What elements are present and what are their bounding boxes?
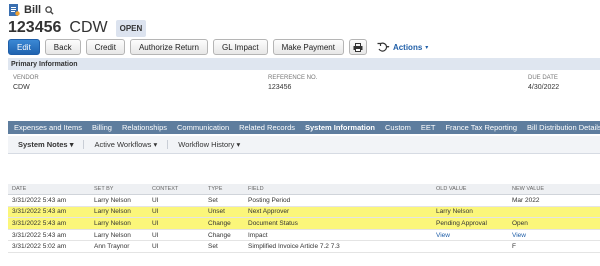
subtab-label: System Notes (18, 140, 68, 149)
reference-label: REFERENCE NO. (268, 75, 318, 81)
tab-bill-distribution-details[interactable]: Bill Distribution Details (527, 123, 600, 132)
column-header-context[interactable]: CONTEXT (148, 186, 204, 192)
tab-expenses-and-items[interactable]: Expenses and Items (14, 123, 82, 132)
divider (83, 140, 85, 149)
reference-value: 123456 (268, 84, 292, 91)
cell-field: Next Approver (248, 208, 290, 216)
bill-document-icon (9, 4, 20, 16)
record-type-label: Bill (24, 4, 42, 16)
subtab-workflow-history[interactable]: Workflow History ▾ (178, 140, 240, 149)
credit-button[interactable]: Credit (85, 39, 125, 55)
cell-set-by: Ann Traynor (94, 243, 130, 251)
cell-type: Set (208, 196, 218, 204)
vendor-label: VENDOR (13, 75, 39, 81)
table-row: 3/31/2022 5:43 am Larry Nelson UI Change… (8, 230, 600, 242)
edit-button[interactable]: Edit (8, 39, 40, 55)
tab-related-records[interactable]: Related Records (239, 123, 295, 132)
actions-label[interactable]: Actions (393, 43, 422, 52)
cell-field: Simplified Invoice Article 7.2 7.3 (248, 243, 340, 251)
vendor-value: CDW (13, 84, 30, 91)
cell-old-value: Larry Nelson (436, 208, 473, 216)
status-badge: OPEN (115, 19, 147, 37)
column-header-new-value[interactable]: NEW VALUE (508, 186, 600, 192)
cell-type: Set (208, 243, 218, 251)
search-icon[interactable] (45, 5, 54, 15)
cell-context: UI (152, 231, 159, 239)
cell-old-value: Pending Approval (436, 219, 487, 227)
cell-set-by: Larry Nelson (94, 196, 131, 204)
due-date-value: 4/30/2022 (528, 84, 560, 91)
record-tabs: Expenses and Items Billing Relationships… (8, 121, 600, 134)
authorize-return-button[interactable]: Authorize Return (129, 39, 208, 55)
chevron-down-icon: ▾ (69, 140, 74, 149)
section-title: Primary Information (11, 60, 78, 68)
column-header-set-by[interactable]: SET BY (90, 186, 148, 192)
tab-communication[interactable]: Communication (177, 123, 229, 132)
table-row: 3/31/2022 5:43 am Larry Nelson UI Change… (8, 218, 600, 230)
cell-context: UI (152, 243, 159, 251)
column-header-field[interactable]: FIELD (244, 186, 432, 192)
old-value-view-link[interactable]: View (432, 232, 508, 239)
table-row: 3/31/2022 5:02 am Ann Traynor UI Set Sim… (8, 241, 600, 253)
cell-date: 3/31/2022 5:43 am (12, 208, 67, 216)
cell-date: 3/31/2022 5:43 am (12, 231, 67, 239)
subtab-active-workflows[interactable]: Active Workflows ▾ (94, 140, 157, 149)
cell-context: UI (152, 208, 159, 216)
tab-custom[interactable]: Custom (385, 123, 411, 132)
toolbar: Edit Back Credit Authorize Return GL Imp… (8, 38, 428, 56)
gl-impact-button[interactable]: GL Impact (212, 39, 268, 55)
table-row: 3/31/2022 5:43 am Larry Nelson UI Set Po… (8, 195, 600, 207)
subtab-system-notes[interactable]: System Notes ▾ (18, 140, 73, 149)
vendor-short-name: CDW (69, 19, 108, 36)
chevron-down-icon: ▾ (153, 140, 158, 149)
record-header: 123456 CDW OPEN (8, 17, 147, 39)
make-payment-button[interactable]: Make Payment (272, 39, 344, 55)
history-icon (377, 42, 390, 52)
column-header-old-value[interactable]: OLD VALUE (432, 186, 508, 192)
cell-field: Document Status (248, 219, 298, 227)
due-date-label: DUE DATE (528, 75, 558, 81)
cell-new-value: Open (512, 219, 528, 227)
cell-context: UI (152, 219, 159, 227)
divider (167, 140, 169, 149)
table-header: DATE SET BY CONTEXT TYPE FIELD OLD VALUE… (8, 184, 600, 195)
cell-set-by: Larry Nelson (94, 208, 131, 216)
print-button[interactable] (348, 39, 367, 55)
primary-information-header[interactable]: Primary Information (8, 58, 600, 70)
tab-eet[interactable]: EET (421, 123, 436, 132)
cell-set-by: Larry Nelson (94, 219, 131, 227)
cell-context: UI (152, 196, 159, 204)
record-title-row: Bill (8, 2, 54, 18)
chevron-down-icon: ▾ (236, 140, 241, 149)
cell-type: Change (208, 231, 231, 239)
tab-relationships[interactable]: Relationships (122, 123, 167, 132)
column-header-date[interactable]: DATE (8, 186, 90, 192)
cell-field: Posting Period (248, 196, 291, 204)
cell-date: 3/31/2022 5:43 am (12, 196, 67, 204)
cell-new-value: F (512, 243, 516, 251)
table-row: 3/31/2022 5:43 am Larry Nelson UI Unset … (8, 206, 600, 219)
system-info-subtabs: System Notes ▾ Active Workflows ▾ Workfl… (8, 136, 600, 154)
cell-type: Change (208, 219, 231, 227)
chevron-down-icon: ▾ (425, 44, 429, 51)
cell-date: 3/31/2022 5:02 am (12, 243, 67, 251)
cell-field: Impact (248, 231, 268, 239)
actions-menu[interactable]: Actions ▾ (376, 42, 428, 52)
system-notes-table: DATE SET BY CONTEXT TYPE FIELD OLD VALUE… (8, 184, 600, 253)
tab-system-information[interactable]: System Information (305, 123, 375, 132)
tab-billing[interactable]: Billing (92, 123, 112, 132)
printer-icon (353, 42, 363, 52)
column-header-type[interactable]: TYPE (204, 186, 244, 192)
back-button[interactable]: Back (44, 39, 81, 55)
record-number: 123456 (8, 19, 62, 36)
cell-new-value: Mar 2022 (512, 196, 540, 204)
tab-france-tax-reporting[interactable]: France Tax Reporting (445, 123, 517, 132)
subtab-label: Active Workflows (94, 140, 152, 149)
cell-date: 3/31/2022 5:43 am (12, 219, 67, 227)
cell-type: Unset (208, 208, 225, 216)
subtab-label: Workflow History (178, 140, 235, 149)
cell-set-by: Larry Nelson (94, 231, 131, 239)
new-value-view-link[interactable]: View (508, 232, 600, 239)
